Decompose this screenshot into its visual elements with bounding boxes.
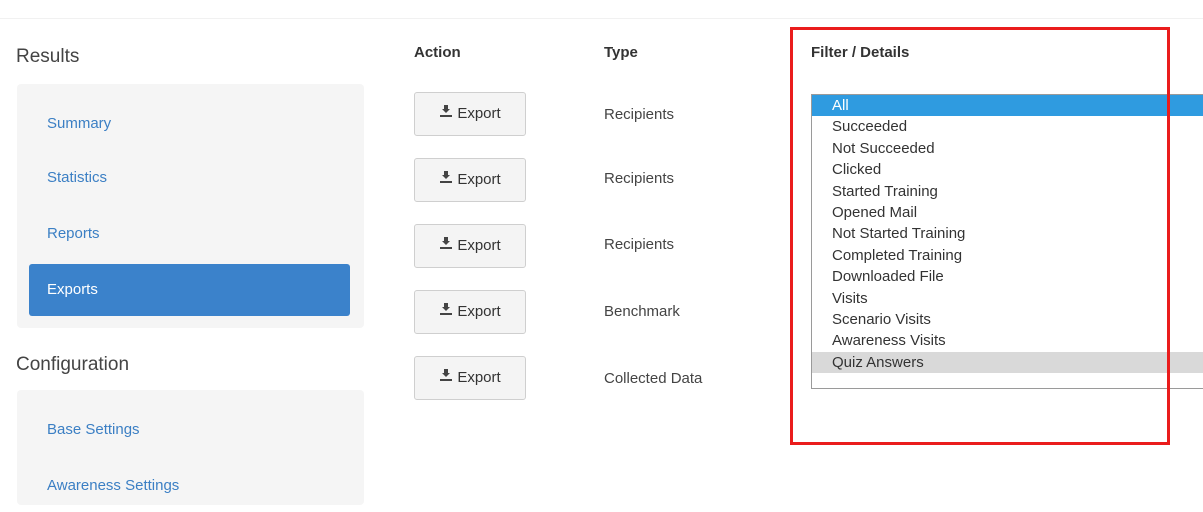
export-icon [439,159,453,201]
filter-option-not-succeeded[interactable]: Not Succeeded [812,138,1203,159]
filter-option-not-started-training[interactable]: Not Started Training [812,223,1203,244]
type-cell: Recipients [604,106,675,123]
filter-option-awareness-visits[interactable]: Awareness Visits [812,330,1203,351]
export-button[interactable]: Export [414,92,526,136]
filter-option-all[interactable]: All [812,95,1203,117]
filter-option-quiz-answers[interactable]: Quiz Answers [812,351,1203,374]
export-label: Export [457,303,501,320]
export-icon [439,225,453,267]
nav-item-base-settings[interactable]: Base Settings [29,404,350,456]
nav-item-statistics[interactable]: Statistics [29,152,350,204]
filter-option-opened-mail[interactable]: Opened Mail [812,202,1203,223]
header-filter-details: Filter / Details [811,44,910,61]
export-icon [439,93,453,135]
export-label: Export [457,105,501,122]
export-button[interactable]: Export [414,356,526,400]
filter-option-downloaded-file[interactable]: Downloaded File [812,266,1203,287]
export-label: Export [457,369,501,386]
header-type: Type [604,44,638,61]
nav-item-awareness-settings[interactable]: Awareness Settings [29,460,350,512]
type-cell: Collected Data [604,370,703,387]
type-cell: Recipients [604,170,675,187]
export-icon [439,357,453,399]
filter-option-completed-training[interactable]: Completed Training [812,245,1203,266]
filter-option-scenario-visits[interactable]: Scenario Visits [812,309,1203,330]
configuration-nav-panel: Base Settings Awareness Settings [17,390,364,505]
export-button[interactable]: Export [414,224,526,268]
type-cell: Benchmark [604,303,680,320]
nav-item-reports[interactable]: Reports [29,208,350,260]
export-label: Export [457,237,501,254]
filter-option-started-training[interactable]: Started Training [812,181,1203,202]
nav-item-exports[interactable]: Exports [29,264,350,316]
export-button[interactable]: Export [414,158,526,202]
filter-option-visits[interactable]: Visits [812,288,1203,309]
export-icon [439,291,453,333]
configuration-heading: Configuration [16,354,130,375]
top-divider [0,18,1203,19]
results-nav-panel: Summary Statistics Reports Exports [17,84,364,328]
filter-listbox[interactable]: All Succeeded Not Succeeded Clicked Star… [811,94,1203,389]
type-cell: Recipients [604,236,675,253]
header-action: Action [414,44,461,61]
filter-option-clicked[interactable]: Clicked [812,159,1203,180]
filter-option-succeeded[interactable]: Succeeded [812,116,1203,137]
nav-item-summary[interactable]: Summary [29,98,350,150]
results-heading: Results [16,46,80,67]
export-label: Export [457,171,501,188]
export-button[interactable]: Export [414,290,526,334]
